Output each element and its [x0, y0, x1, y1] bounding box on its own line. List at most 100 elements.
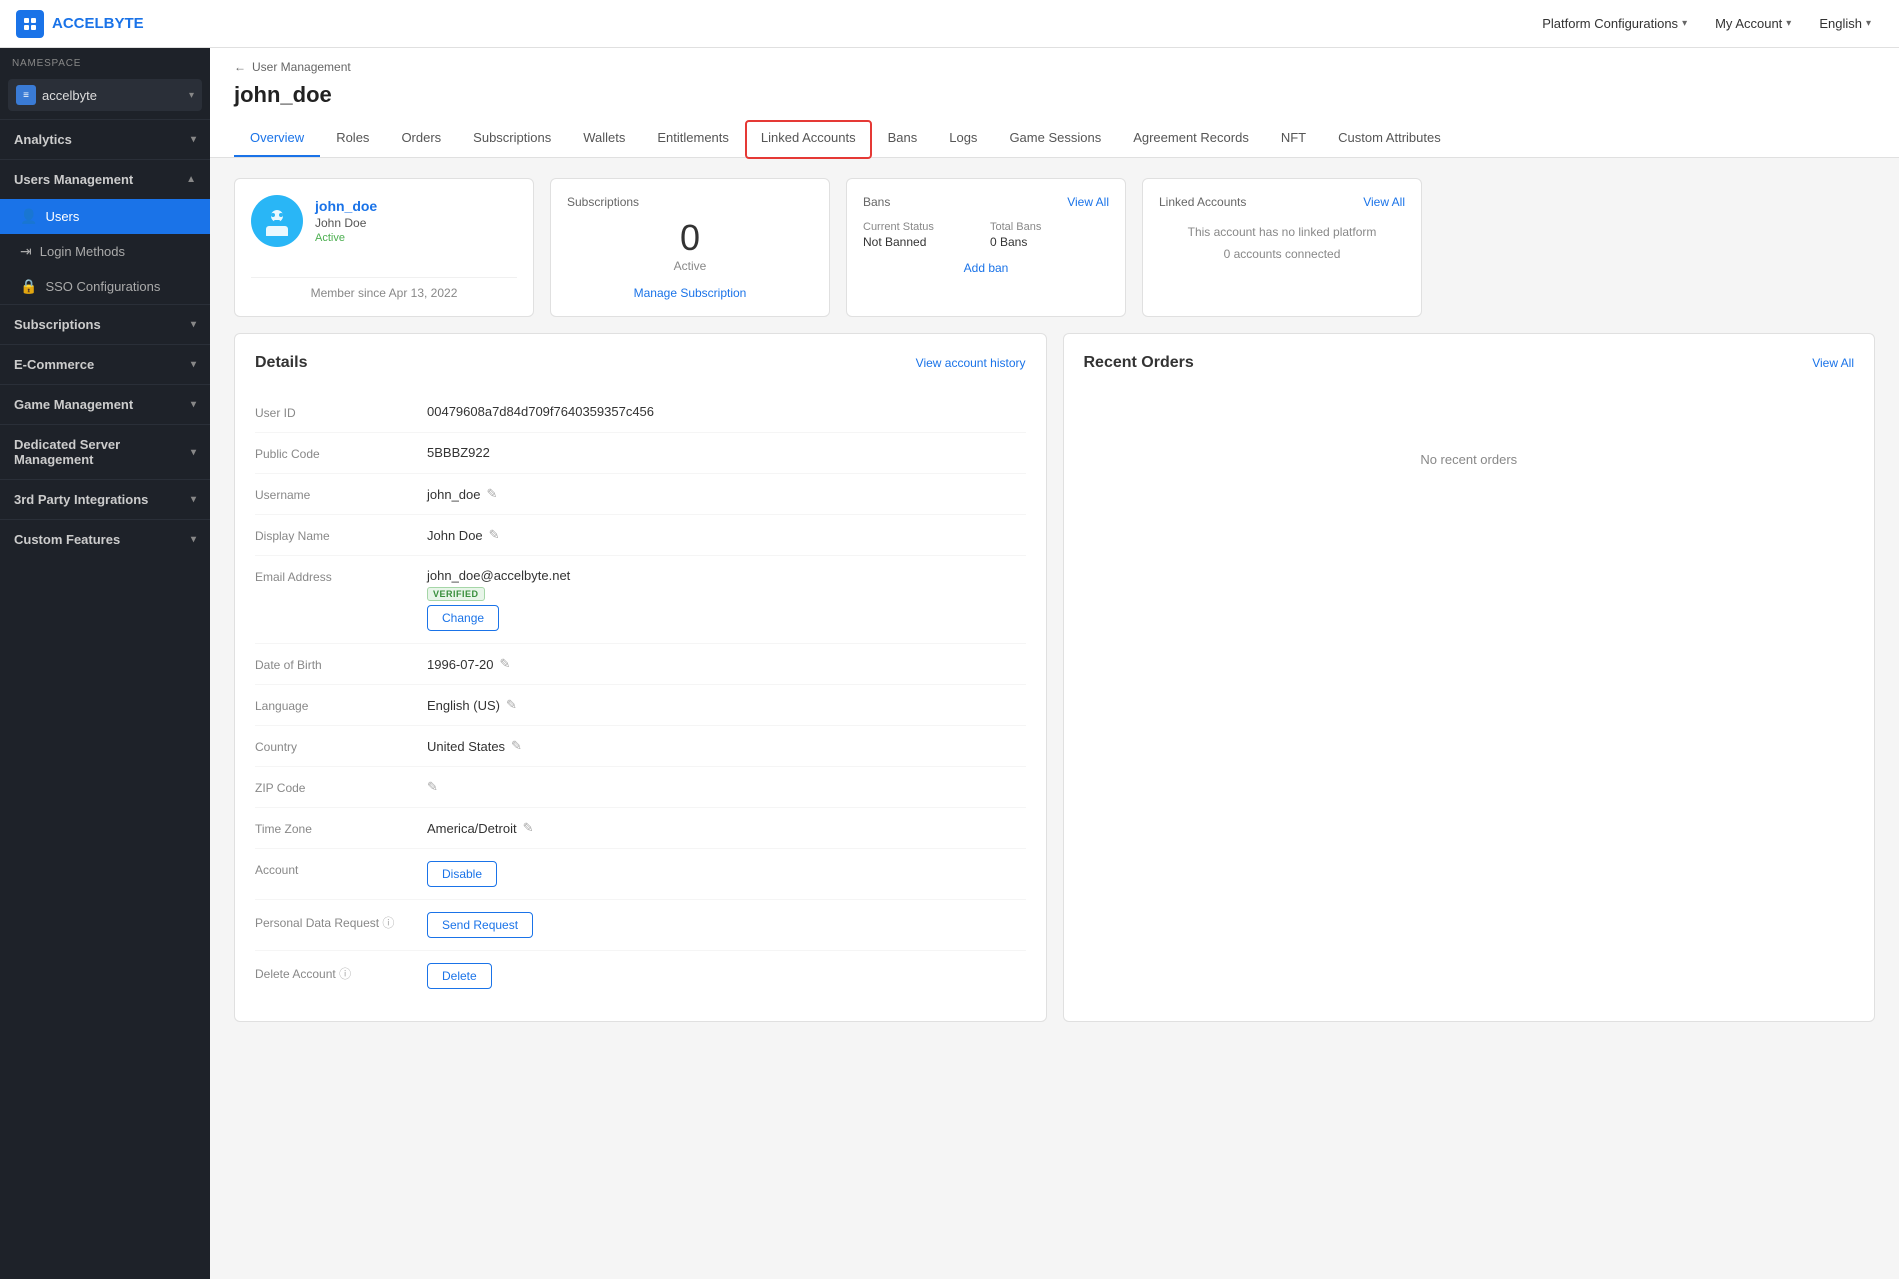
zip-edit-icon[interactable]: ✎ — [427, 779, 438, 795]
tab-linked-accounts[interactable]: Linked Accounts — [745, 120, 872, 159]
tab-custom-attributes[interactable]: Custom Attributes — [1322, 120, 1457, 157]
zip-value: ✎ — [427, 779, 1026, 795]
breadcrumb-parent[interactable]: User Management — [252, 60, 351, 74]
subscriptions-card-title: Subscriptions — [567, 195, 813, 209]
my-account-button[interactable]: My Account ▾ — [1703, 10, 1803, 37]
content-body: john_doe John Doe Active Member since Ap… — [210, 158, 1899, 1279]
breadcrumb-arrow-icon: ← — [234, 60, 246, 74]
lower-content-row: Details View account history User ID 004… — [234, 333, 1875, 1022]
personal-data-info-icon[interactable]: ⓘ — [382, 916, 394, 930]
tab-nft[interactable]: NFT — [1265, 120, 1322, 157]
manage-subscription-link[interactable]: Manage Subscription — [634, 286, 747, 300]
detail-row-public-code: Public Code 5BBBZ922 — [255, 433, 1026, 474]
game-management-chevron-icon: ▾ — [191, 399, 196, 410]
delete-account-info-icon[interactable]: ⓘ — [339, 967, 351, 981]
sidebar-section-custom-features-header[interactable]: Custom Features ▾ — [0, 520, 210, 559]
sidebar-section-3rd-party-header[interactable]: 3rd Party Integrations ▾ — [0, 480, 210, 519]
namespace-selector[interactable]: ≡ accelbyte ▾ — [8, 79, 202, 111]
dob-edit-icon[interactable]: ✎ — [500, 656, 511, 672]
detail-row-country: Country United States ✎ — [255, 726, 1026, 767]
disable-account-button[interactable]: Disable — [427, 861, 497, 887]
send-request-button[interactable]: Send Request — [427, 912, 533, 938]
detail-row-timezone: Time Zone America/Detroit ✎ — [255, 808, 1026, 849]
namespace-icon: ≡ — [16, 85, 36, 105]
timezone-label: Time Zone — [255, 820, 415, 836]
users-management-chevron-icon: ▲ — [186, 174, 196, 185]
detail-row-language: Language English (US) ✎ — [255, 685, 1026, 726]
dedicated-server-label: Dedicated Server Management — [14, 437, 191, 467]
bans-view-all-link[interactable]: View All — [1067, 195, 1109, 209]
delete-account-button[interactable]: Delete — [427, 963, 492, 989]
analytics-label: Analytics — [14, 132, 72, 147]
view-account-history-link[interactable]: View account history — [916, 356, 1026, 370]
details-card: Details View account history User ID 004… — [234, 333, 1047, 1022]
sidebar-section-analytics-header[interactable]: Analytics ▾ — [0, 120, 210, 159]
linked-accounts-card-title: Linked Accounts — [1159, 195, 1246, 209]
detail-row-user-id: User ID 00479608a7d84d709f7640359357c456 — [255, 392, 1026, 433]
tab-roles[interactable]: Roles — [320, 120, 385, 157]
user-username[interactable]: john_doe — [315, 198, 377, 214]
timezone-edit-icon[interactable]: ✎ — [523, 820, 534, 836]
custom-features-label: Custom Features — [14, 532, 120, 547]
page-title: john_doe — [234, 82, 1875, 108]
account-value: Disable — [427, 861, 1026, 887]
delete-account-value: Delete — [427, 963, 1026, 989]
tab-overview[interactable]: Overview — [234, 120, 320, 157]
login-icon: ⇥ — [20, 243, 32, 260]
bans-current-status-value: Not Banned — [863, 235, 982, 249]
tab-entitlements[interactable]: Entitlements — [641, 120, 745, 157]
sidebar-section-3rd-party: 3rd Party Integrations ▾ — [0, 479, 210, 519]
bans-card-title: Bans — [863, 195, 890, 209]
detail-row-email: Email Address john_doe@accelbyte.net VER… — [255, 556, 1026, 644]
personal-data-value: Send Request — [427, 912, 1026, 938]
breadcrumb: ← User Management — [234, 60, 1875, 74]
display-name-edit-icon[interactable]: ✎ — [489, 527, 500, 543]
3rd-party-chevron-icon: ▾ — [191, 494, 196, 505]
sidebar-section-dedicated-header[interactable]: Dedicated Server Management ▾ — [0, 425, 210, 479]
subscriptions-count: 0 — [567, 217, 813, 259]
display-name-value: John Doe ✎ — [427, 527, 1026, 543]
sidebar-section-subscriptions-header[interactable]: Subscriptions ▾ — [0, 305, 210, 344]
user-card-top: john_doe John Doe Active — [251, 195, 517, 247]
logo-icon — [16, 10, 44, 38]
platform-configurations-button[interactable]: Platform Configurations ▾ — [1530, 10, 1699, 37]
detail-row-personal-data: Personal Data Request ⓘ Send Request — [255, 900, 1026, 951]
tab-logs[interactable]: Logs — [933, 120, 993, 157]
subscriptions-summary-card: Subscriptions 0 Active Manage Subscripti… — [550, 178, 830, 317]
sidebar-item-login-methods[interactable]: ⇥ Login Methods — [0, 234, 210, 269]
sidebar-section-users-management: Users Management ▲ 👤 Users ⇥ Login Metho… — [0, 159, 210, 304]
sidebar-section-ecommerce-header[interactable]: E-Commerce ▾ — [0, 345, 210, 384]
tab-agreement-records[interactable]: Agreement Records — [1117, 120, 1265, 157]
user-info: john_doe John Doe Active — [315, 198, 377, 244]
detail-row-zip: ZIP Code ✎ — [255, 767, 1026, 808]
delete-account-label: Delete Account ⓘ — [255, 963, 415, 982]
sidebar: NAMESPACE ≡ accelbyte ▾ Analytics ▾ User… — [0, 48, 210, 1279]
sidebar-item-sso[interactable]: 🔒 SSO Configurations — [0, 269, 210, 304]
sidebar-section-users-header[interactable]: Users Management ▲ — [0, 160, 210, 199]
language-edit-icon[interactable]: ✎ — [506, 697, 517, 713]
language-value: English (US) ✎ — [427, 697, 1026, 713]
change-email-button[interactable]: Change — [427, 605, 499, 631]
language-button[interactable]: English ▾ — [1807, 10, 1883, 37]
linked-accounts-view-all-link[interactable]: View All — [1363, 195, 1405, 209]
tab-subscriptions[interactable]: Subscriptions — [457, 120, 567, 157]
country-edit-icon[interactable]: ✎ — [511, 738, 522, 754]
add-ban-link[interactable]: Add ban — [863, 261, 1109, 275]
namespace-chevron-icon: ▾ — [189, 90, 194, 101]
sidebar-section-subscriptions: Subscriptions ▾ — [0, 304, 210, 344]
public-code-label: Public Code — [255, 445, 415, 461]
sidebar-section-analytics: Analytics ▾ — [0, 119, 210, 159]
linked-accounts-summary-card: Linked Accounts View All This account ha… — [1142, 178, 1422, 317]
sidebar-section-game-header[interactable]: Game Management ▾ — [0, 385, 210, 424]
sidebar-item-users[interactable]: 👤 Users — [0, 199, 210, 234]
tab-wallets[interactable]: Wallets — [567, 120, 641, 157]
tab-orders[interactable]: Orders — [385, 120, 457, 157]
tab-bans[interactable]: Bans — [872, 120, 934, 157]
username-edit-icon[interactable]: ✎ — [487, 486, 498, 502]
bans-total-label: Total Bans — [990, 221, 1109, 233]
language-label: Language — [255, 697, 415, 713]
orders-view-all-link[interactable]: View All — [1812, 356, 1854, 370]
main-layout: NAMESPACE ≡ accelbyte ▾ Analytics ▾ User… — [0, 48, 1899, 1279]
tab-game-sessions[interactable]: Game Sessions — [993, 120, 1117, 157]
orders-title: Recent Orders — [1084, 354, 1194, 372]
